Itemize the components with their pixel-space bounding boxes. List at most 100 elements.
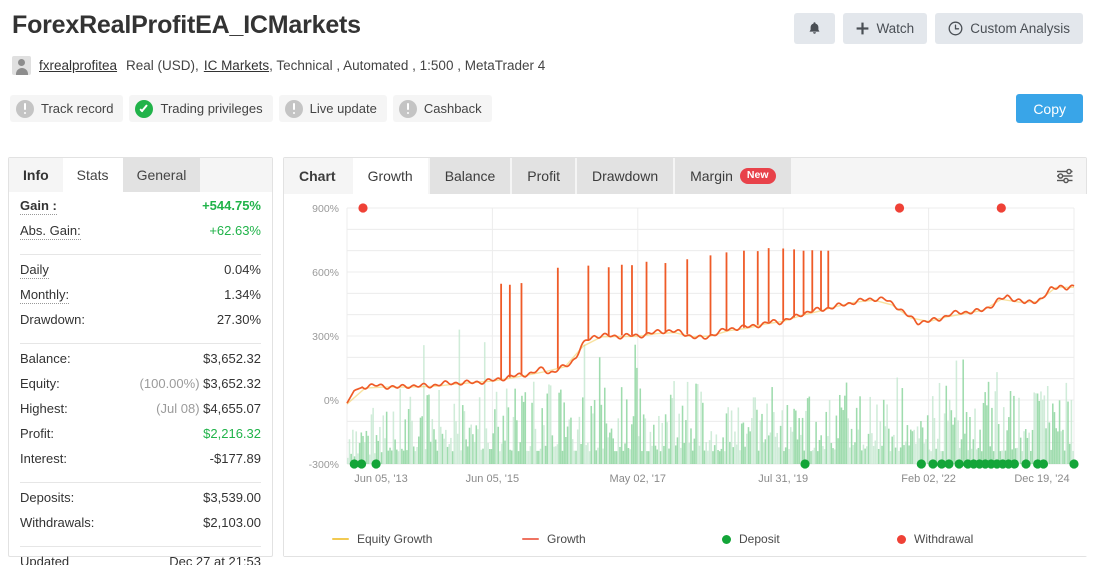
page-title: ForexRealProfitEA_ICMarkets: [12, 11, 361, 39]
svg-text:-300%: -300%: [309, 459, 339, 471]
chart-canvas[interactable]: 900% 600% 300% 0% -300% Jun 05, '13 Jun 05, '1…: [284, 194, 1088, 514]
tab-stats[interactable]: Stats: [62, 158, 123, 192]
account-meta: fxrealprofitea Real (USD), IC Markets , …: [12, 56, 545, 75]
info-tabbar: Info Stats General: [9, 158, 272, 192]
legend-swatch-icon: [522, 537, 539, 541]
info-row-profit: Profit: $2,216.32: [20, 426, 261, 451]
tab-drawdown[interactable]: Drawdown: [576, 158, 674, 194]
tab-general[interactable]: General: [122, 158, 201, 192]
status-badge-trading-privileges[interactable]: Trading privileges: [129, 95, 273, 122]
legend-swatch-icon: [722, 534, 731, 544]
tab-margin[interactable]: Margin New: [675, 158, 791, 194]
info-row-label: Deposits:: [20, 490, 75, 505]
plus-icon: [857, 22, 869, 35]
info-group-funding: Deposits: $3,539.00 Withdrawals: $2,103.…: [20, 490, 261, 540]
tab-profit[interactable]: Profit: [512, 158, 575, 194]
info-row-label: Equity:: [20, 376, 60, 391]
legend-item-growth[interactable]: Growth: [522, 532, 722, 546]
custom-analysis-button[interactable]: Custom Analysis: [935, 13, 1083, 44]
tab-chart[interactable]: Chart: [284, 158, 351, 194]
growth-chart[interactable]: 900% 600% 300% 0% -300% Jun 05, '13 Jun 05, '1…: [284, 194, 1088, 556]
legend-swatch-icon: [332, 537, 349, 541]
header-actions: Watch Custom Analysis: [794, 13, 1083, 44]
legend-label: Equity Growth: [357, 532, 433, 546]
info-row-value: +544.75%: [202, 198, 261, 213]
info-row-label: Highest:: [20, 401, 68, 416]
svg-text:Jul 31, '19: Jul 31, '19: [758, 473, 808, 485]
chart-card: Chart Growth Balance Profit Drawdown Mar…: [283, 157, 1088, 557]
info-row-value: Dec 27 at 21:53: [169, 554, 261, 565]
legend-swatch-icon: [897, 534, 906, 544]
info-row-daily: Daily 0.04%: [20, 262, 261, 287]
legend-label: Withdrawal: [914, 532, 974, 546]
watch-button[interactable]: Watch: [843, 13, 928, 44]
profile-page: ForexRealProfitEA_ICMarkets fxrealprofit…: [0, 0, 1095, 565]
info-row-label: Profit:: [20, 426, 54, 441]
info-group-performance: Daily 0.04% Monthly: 1.34% Drawdown: 27.…: [20, 262, 261, 337]
account-details: , Technical , Automated , 1:500 , MetaTr…: [269, 58, 546, 73]
tab-info[interactable]: Info: [9, 158, 63, 192]
info-row-value: $3,539.00: [203, 490, 261, 505]
status-badge-track-record[interactable]: Track record: [10, 95, 124, 122]
legend-item-equity-growth[interactable]: Equity Growth: [332, 532, 522, 546]
info-row-value: $3,652.32: [203, 351, 261, 366]
info-row-drawdown: Drawdown: 27.30%: [20, 312, 261, 337]
copy-button[interactable]: Copy: [1016, 94, 1083, 123]
svg-text:Jun 05, '15: Jun 05, '15: [466, 473, 519, 485]
info-row-deposits: Deposits: $3,539.00: [20, 490, 261, 515]
info-group-account: Balance: $3,652.32 Equity: (100.00%) $3,…: [20, 351, 261, 476]
tab-balance[interactable]: Balance: [429, 158, 511, 194]
svg-text:Dec 19, '24: Dec 19, '24: [1014, 473, 1069, 485]
status-badge-label: Live update: [309, 101, 377, 116]
divider: [20, 343, 261, 344]
divider: [20, 254, 261, 255]
custom-analysis-label: Custom Analysis: [970, 21, 1070, 36]
status-badge-list: Track record Trading privileges Live upd…: [10, 95, 492, 122]
info-row-subvalue: (Jul 08): [156, 401, 200, 416]
info-row-mainvalue: $3,652.32: [203, 376, 261, 391]
broker-link[interactable]: IC Markets: [204, 58, 269, 73]
info-row-value: $2,103.00: [203, 515, 261, 530]
account-type: Real (USD),: [126, 58, 199, 73]
sliders-icon: [1057, 168, 1073, 184]
info-row-value: 27.30%: [216, 312, 261, 327]
info-row-value: (Jul 08) $4,655.07: [156, 401, 261, 416]
divider: [20, 482, 261, 483]
tab-growth[interactable]: Growth: [352, 158, 428, 194]
svg-text:Feb 02, '22: Feb 02, '22: [901, 473, 956, 485]
chart-tabbar: Chart Growth Balance Profit Drawdown Mar…: [284, 158, 1086, 194]
info-row-interest: Interest: -$177.89: [20, 451, 261, 476]
account-name-link[interactable]: fxrealprofitea: [39, 58, 117, 73]
info-row-equity: Equity: (100.00%) $3,652.32: [20, 376, 261, 401]
legend-item-withdrawal[interactable]: Withdrawal: [897, 532, 973, 546]
info-rows: Gain : +544.75% Abs. Gain: +62.63% Daily…: [9, 192, 272, 565]
svg-text:600%: 600%: [312, 267, 339, 279]
status-badge-live-update[interactable]: Live update: [278, 95, 387, 122]
info-row-label[interactable]: Gain :: [20, 198, 57, 215]
info-row-value: 1.34%: [224, 287, 261, 302]
status-badge-cashback[interactable]: Cashback: [392, 95, 492, 122]
info-row-label[interactable]: Monthly:: [20, 287, 70, 304]
page-header: ForexRealProfitEA_ICMarkets fxrealprofit…: [0, 0, 1095, 140]
info-row-updated: Updated Dec 27 at 21:53: [20, 554, 261, 565]
info-row-label: Updated: [20, 554, 70, 565]
info-row-highest: Highest: (Jul 08) $4,655.07: [20, 401, 261, 426]
info-row-abs-gain: Abs. Gain: +62.63%: [20, 223, 261, 248]
alert-button[interactable]: [794, 13, 836, 44]
info-row-value: (100.00%) $3,652.32: [140, 376, 261, 391]
bell-icon: [809, 21, 820, 34]
info-row-label[interactable]: Abs. Gain:: [20, 223, 81, 240]
info-row-label: Balance:: [20, 351, 71, 366]
legend-item-deposit[interactable]: Deposit: [722, 532, 897, 546]
info-row-label[interactable]: Daily: [20, 262, 49, 279]
info-row-monthly: Monthly: 1.34%: [20, 287, 261, 312]
legend-label: Deposit: [739, 532, 780, 546]
chart-settings-button[interactable]: [1042, 158, 1086, 194]
clock-icon: [948, 21, 963, 36]
legend-label: Growth: [547, 532, 586, 546]
status-badge-label: Track record: [41, 101, 114, 116]
tabbar-filler: [200, 158, 272, 192]
status-badge-label: Cashback: [423, 101, 482, 116]
divider: [20, 546, 261, 547]
info-row-value: 0.04%: [224, 262, 261, 277]
